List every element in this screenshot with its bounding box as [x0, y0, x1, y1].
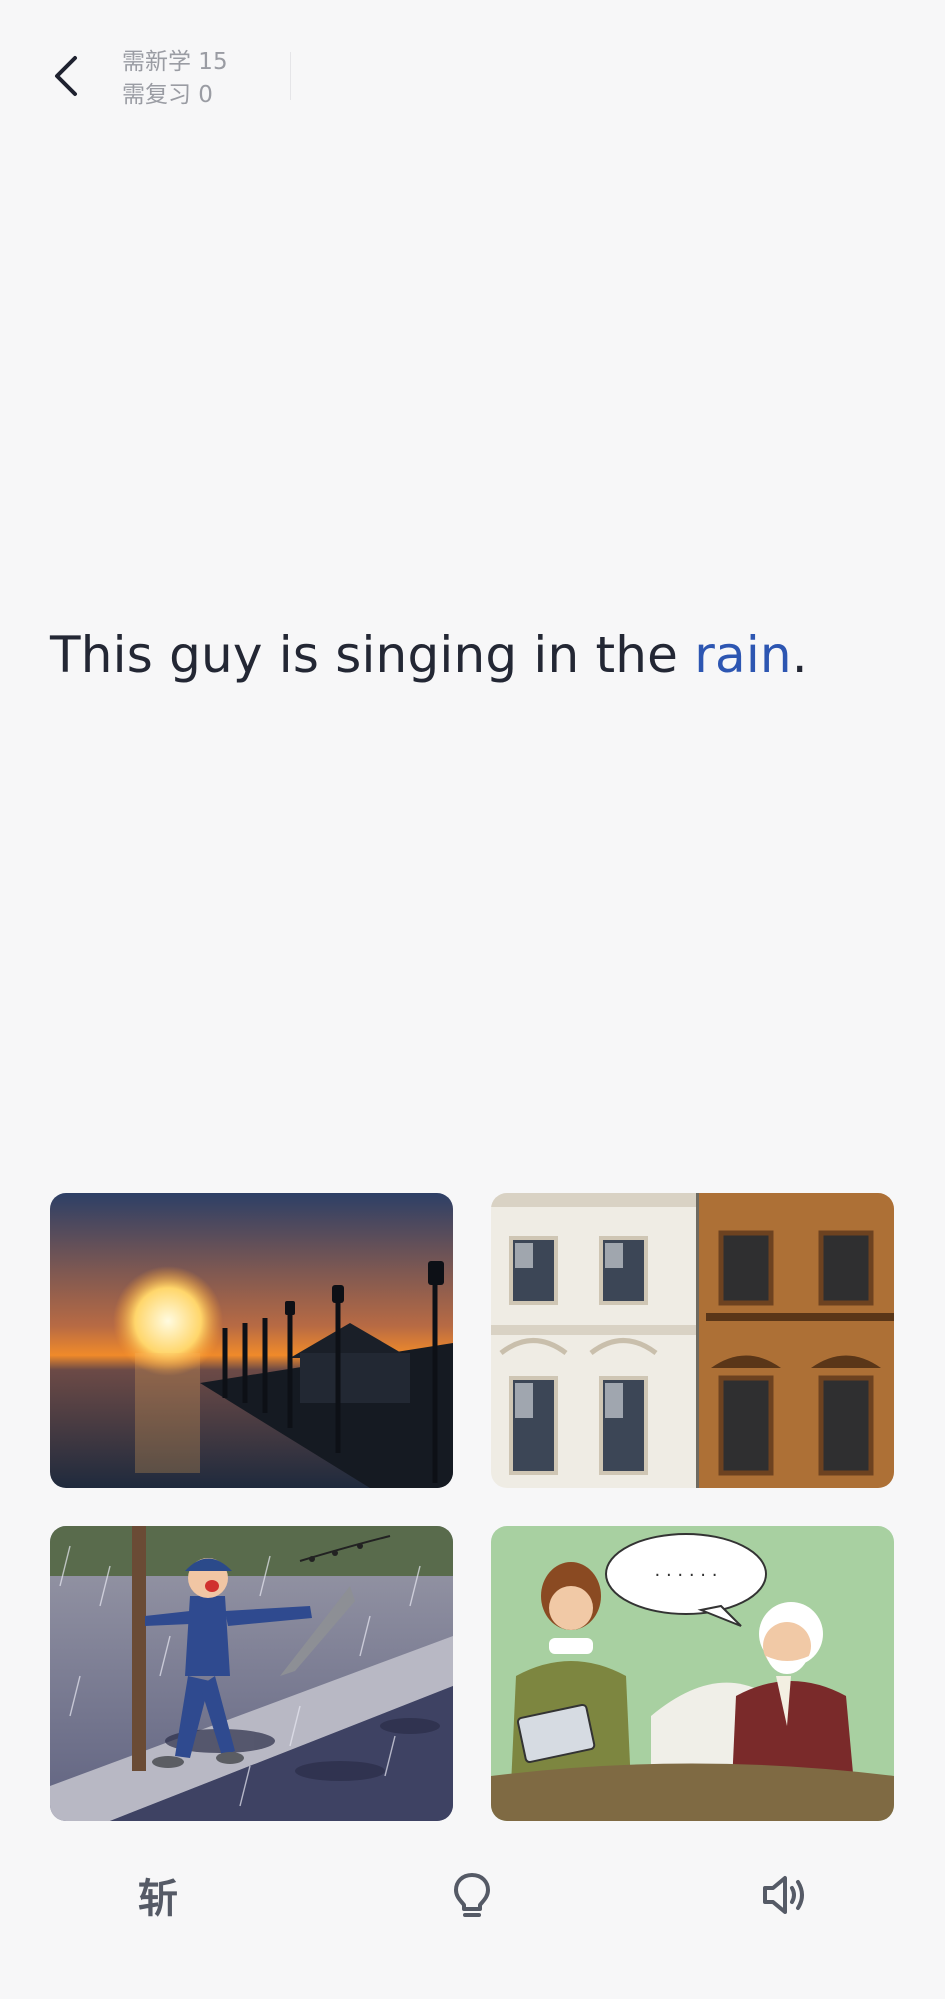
- new-learn-count: 需新学 15: [122, 49, 228, 75]
- slash-button[interactable]: 斩: [123, 1860, 193, 1930]
- sunset-pier-image: [50, 1193, 453, 1488]
- man-singing-rain-image: [50, 1526, 453, 1821]
- sentence-suffix: .: [791, 626, 808, 684]
- building-facades-image: [491, 1193, 894, 1488]
- review-count: 需复习 0: [122, 82, 213, 108]
- header-divider: [290, 52, 291, 100]
- sentence-prefix: This guy is singing in the: [50, 626, 695, 684]
- example-sentence: This guy is singing in the rain.: [50, 626, 910, 684]
- elderly-conversation-image: · · · · · ·: [491, 1526, 894, 1821]
- slash-label: 斩: [138, 1876, 178, 1922]
- option-building-facades[interactable]: [491, 1193, 894, 1488]
- audio-button[interactable]: [750, 1860, 820, 1930]
- bottom-toolbar: 斩: [0, 1860, 945, 1960]
- option-elderly-conversation[interactable]: · · · · · ·: [491, 1526, 894, 1821]
- chevron-left-icon: [55, 56, 77, 96]
- sentence-keyword: rain: [694, 626, 792, 684]
- option-man-singing-rain[interactable]: [50, 1526, 453, 1821]
- hint-button[interactable]: [437, 1860, 507, 1930]
- lightbulb-icon: [454, 1873, 490, 1917]
- back-button[interactable]: [40, 50, 92, 102]
- svg-text:· · · · · ·: · · · · · ·: [655, 1565, 718, 1586]
- option-sunset-pier[interactable]: [50, 1193, 453, 1488]
- speaker-icon: [763, 1876, 804, 1914]
- header-bar: 需新学 15 需复习 0: [0, 0, 945, 160]
- study-counts: 需新学 15 需复习 0: [122, 46, 228, 112]
